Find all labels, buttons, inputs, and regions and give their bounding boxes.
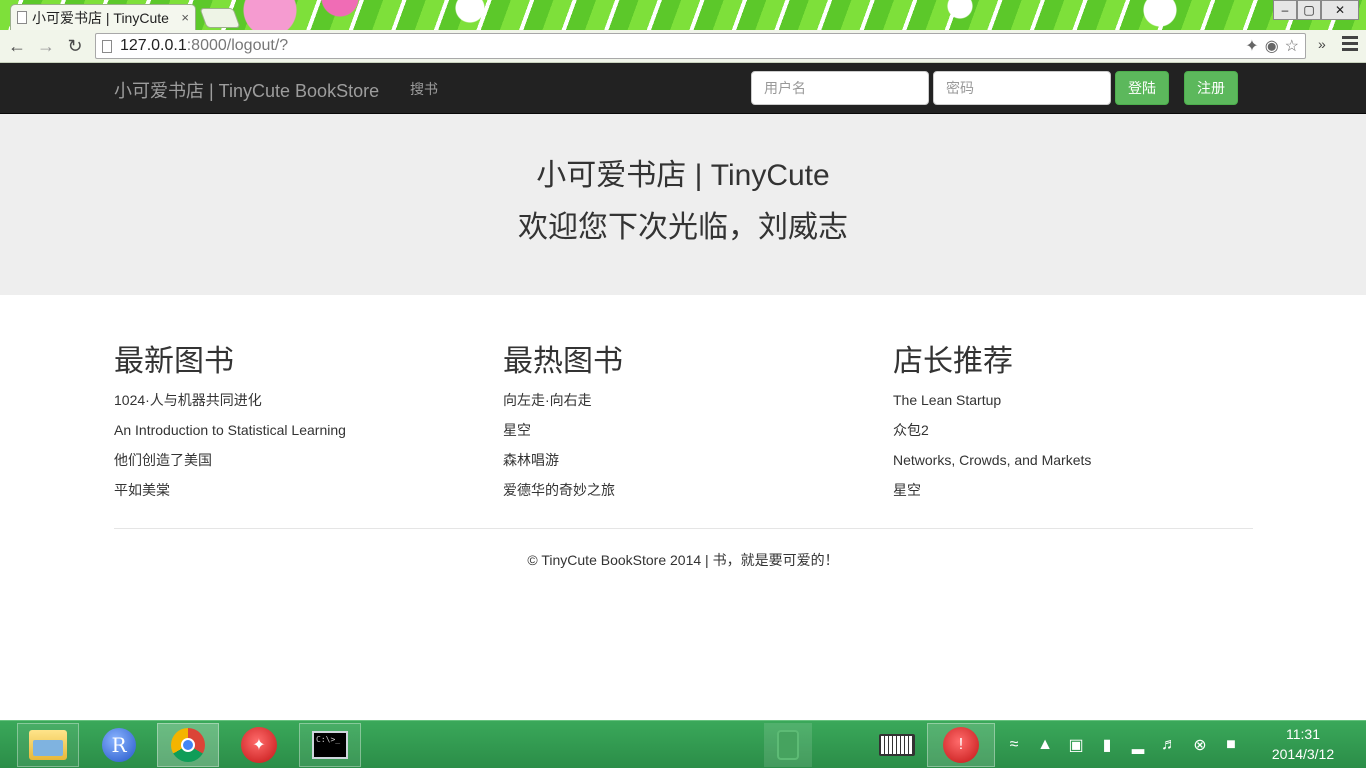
back-arrow-icon[interactable]: ← <box>5 34 29 58</box>
alert-app-icon: ! <box>943 727 979 763</box>
navbar-brand[interactable]: 小可爱书店 | TinyCute BookStore <box>114 77 379 103</box>
register-button[interactable]: 注册 <box>1184 71 1238 105</box>
new-tab-button[interactable] <box>199 8 241 28</box>
book-link[interactable]: 1024·人与机器共同进化 <box>114 391 474 421</box>
column-hottest-books: 最热图书 向左走·向右走 星空 森林唱游 爱德华的奇妙之旅 <box>503 343 863 511</box>
jumbotron: 小可爱书店 | TinyCute 欢迎您下次光临，刘威志 <box>0 114 1366 295</box>
hero-subtitle: 欢迎您下次光临，刘威志 <box>518 211 848 244</box>
book-link[interactable]: 他们创造了美国 <box>114 451 474 481</box>
taskbar-r-app[interactable]: R <box>88 723 150 767</box>
book-link[interactable]: 星空 <box>503 421 863 451</box>
reload-icon[interactable]: ↻ <box>63 34 87 58</box>
browser-tab[interactable]: 小可爱书店 | TinyCute × <box>10 4 196 30</box>
wifi-icon[interactable]: ≈ <box>1004 736 1024 754</box>
clock-date: 2014/3/12 <box>1271 746 1335 762</box>
login-button[interactable]: 登陆 <box>1115 71 1169 105</box>
browser-titlebar: 小可爱书店 | TinyCute × – ▢ ✕ <box>0 0 1366 30</box>
chrome-icon <box>171 728 205 762</box>
extensions-overflow-icon[interactable]: » <box>1318 36 1326 52</box>
battery-icon[interactable]: ▮ <box>1097 735 1117 755</box>
paw-icon[interactable]: ■ <box>1221 736 1241 754</box>
footer-divider <box>114 528 1253 529</box>
extension-icon[interactable]: ✦ <box>1245 36 1258 56</box>
forward-arrow-icon[interactable]: → <box>34 34 58 58</box>
taskbar-file-explorer[interactable] <box>17 723 79 767</box>
signal-bars-icon[interactable]: ▂ <box>1128 735 1148 755</box>
column-heading: 店长推荐 <box>893 345 1013 378</box>
nav-search-link[interactable]: 搜书 <box>410 79 438 99</box>
book-link[interactable]: The Lean Startup <box>893 391 1253 421</box>
bookmark-star-icon[interactable]: ☆ <box>1285 36 1299 56</box>
volume-icon[interactable]: ♬ <box>1159 736 1179 754</box>
column-heading: 最新图书 <box>114 345 234 378</box>
hero-title: 小可爱书店 | TinyCute <box>536 159 830 192</box>
usb-drive-icon[interactable]: ▣ <box>1066 735 1086 755</box>
username-input[interactable] <box>751 71 929 105</box>
page-icon <box>17 11 27 24</box>
window-close-button[interactable]: ✕ <box>1321 0 1359 20</box>
book-link[interactable]: 星空 <box>893 481 1253 511</box>
browser-toolbar: ← → ↻ 127.0.0.1:8000/logout/? ✦ ◉ ☆ » <box>0 30 1366 63</box>
book-link[interactable]: 森林唱游 <box>503 451 863 481</box>
url-path: :8000/logout/? <box>186 37 289 54</box>
clock-time: 11:31 <box>1286 726 1320 742</box>
window-minimize-button[interactable]: – <box>1273 0 1297 20</box>
taskbar-chrome[interactable] <box>157 723 219 767</box>
show-hidden-icons-arrow-icon[interactable]: ▲ <box>1035 736 1055 754</box>
window-maximize-button[interactable]: ▢ <box>1297 0 1321 20</box>
folder-icon <box>29 730 67 760</box>
taskbar-usb-item[interactable] <box>764 723 812 767</box>
status-x-icon[interactable]: ⊗ <box>1190 735 1210 755</box>
taskbar-network-app[interactable]: ✦ <box>228 723 290 767</box>
taskbar-alert-app[interactable]: ! <box>927 723 995 767</box>
r-logo-icon: R <box>102 728 136 762</box>
book-link[interactable]: 爱德华的奇妙之旅 <box>503 481 863 511</box>
book-link[interactable]: 平如美棠 <box>114 481 474 511</box>
address-bar[interactable]: 127.0.0.1:8000/logout/? ✦ ◉ ☆ <box>95 33 1306 59</box>
book-link[interactable]: Networks, Crowds, and Markets <box>893 451 1253 481</box>
globe-icon[interactable]: ◉ <box>1265 36 1279 56</box>
system-clock[interactable]: 11:31 2014/3/12 <box>1258 726 1348 762</box>
taskbar-command-prompt[interactable]: C:\>_ <box>299 723 361 767</box>
url-host: 127.0.0.1 <box>120 37 187 54</box>
os-taskbar: R ✦ C:\>_ ! ≈ ▲ ▣ ▮ ▂ ♬ ⊗ ■ 11:31 2014/3… <box>0 720 1366 768</box>
column-heading: 最热图书 <box>503 345 623 378</box>
browser-menu-icon[interactable] <box>1342 36 1358 54</box>
column-newest-books: 最新图书 1024·人与机器共同进化 An Introduction to St… <box>114 343 474 511</box>
usb-icon <box>777 730 799 760</box>
keyboard-icon <box>879 734 915 756</box>
taskbar-touch-keyboard[interactable] <box>873 723 921 767</box>
system-tray: ≈ ▲ ▣ ▮ ▂ ♬ ⊗ ■ <box>1000 721 1254 769</box>
page-icon <box>102 39 112 53</box>
network-app-icon: ✦ <box>241 727 277 763</box>
book-link[interactable]: 众包2 <box>893 421 1253 451</box>
tab-title: 小可爱书店 | TinyCute <box>32 9 169 26</box>
site-navbar: 小可爱书店 | TinyCute BookStore 搜书 登陆 注册 <box>0 63 1366 114</box>
footer-text: © TinyCute BookStore 2014 | 书，就是要可爱的！ <box>527 552 839 568</box>
book-link[interactable]: 向左走·向右走 <box>503 391 863 421</box>
tab-close-icon[interactable]: × <box>181 10 189 25</box>
column-manager-picks: 店长推荐 The Lean Startup 众包2 Networks, Crow… <box>893 343 1253 511</box>
terminal-icon: C:\>_ <box>312 731 348 759</box>
password-input[interactable] <box>933 71 1111 105</box>
book-link[interactable]: An Introduction to Statistical Learning <box>114 421 474 451</box>
